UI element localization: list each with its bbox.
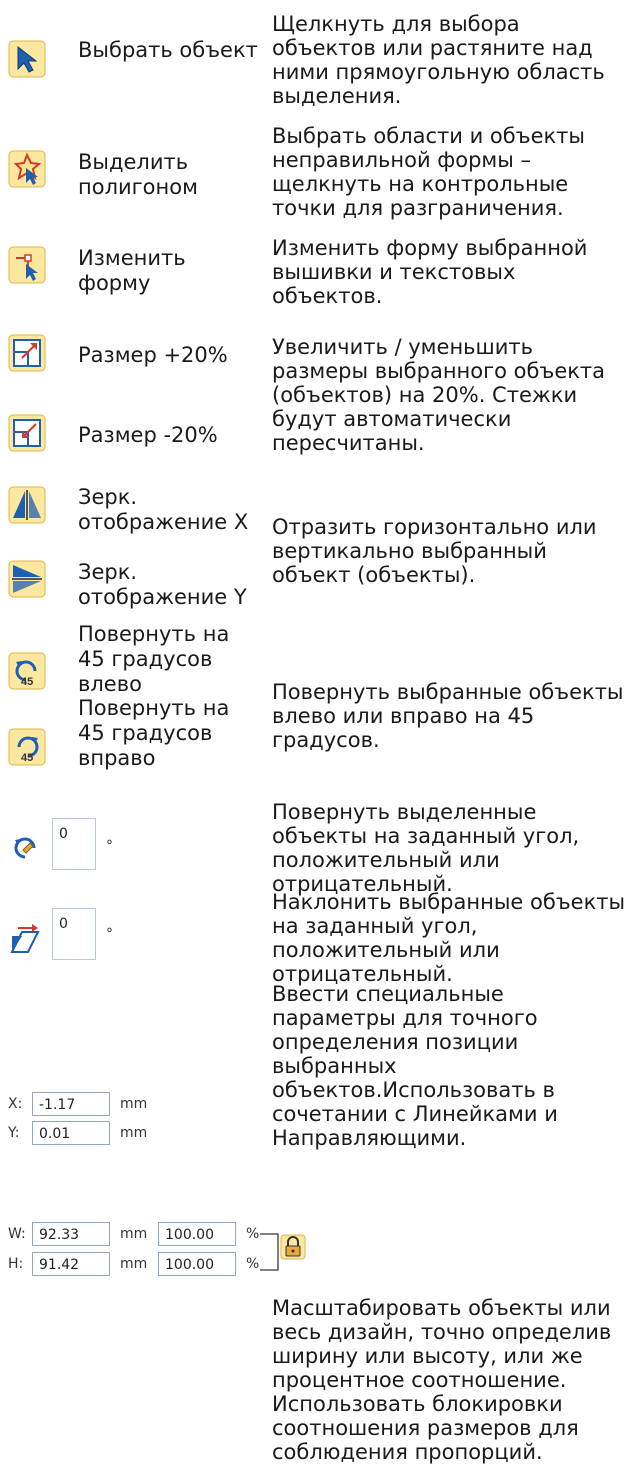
select-arrow-icon[interactable]: [8, 40, 46, 78]
height-percent-input[interactable]: 100.00: [158, 1252, 236, 1276]
rotate-angle-desc: Повернуть выделенные объекты на заданный…: [272, 800, 580, 896]
polygon-select-desc: Выбрать области и объекты неправильной ф…: [272, 124, 585, 220]
y-position-input[interactable]: 0.01: [32, 1121, 110, 1145]
height-input[interactable]: 91.42: [32, 1252, 110, 1276]
polygon-select-icon[interactable]: [8, 150, 46, 188]
rotate-right-45-label: Повернуть на 45 градусов вправо: [78, 696, 230, 770]
mirror-desc: Отразить горизонтально или вертикально в…: [272, 515, 597, 587]
y-label: Y:: [8, 1125, 20, 1141]
skew-angle-icon: [8, 920, 44, 956]
svg-text:45: 45: [21, 676, 33, 688]
skew-angle-input[interactable]: 0: [52, 908, 96, 960]
x-position-input[interactable]: -1.17: [32, 1092, 110, 1116]
reshape-label: Изменить форму: [78, 246, 186, 295]
scale-up-label: Размер +20%: [78, 343, 228, 367]
degree-unit: °: [106, 838, 113, 854]
scale-down-icon[interactable]: [8, 414, 46, 452]
mirror-x-icon[interactable]: [8, 486, 46, 524]
mirror-y-label: Зерк. отображение Y: [78, 560, 247, 609]
w-unit: mm: [120, 1226, 148, 1242]
rotate-right-45-icon[interactable]: 45: [8, 728, 46, 766]
y-unit: mm: [120, 1125, 148, 1141]
select-object-label: Выбрать объект: [78, 38, 258, 62]
rotate-45-desc: Повернуть выбранные объекты влево или вп…: [272, 680, 624, 752]
size-desc: Масштабировать объекты или весь дизайн, …: [272, 1296, 612, 1464]
scale-up-icon[interactable]: [8, 334, 46, 372]
svg-text:45: 45: [21, 752, 33, 764]
h-label: H:: [8, 1256, 24, 1272]
mirror-y-icon[interactable]: [8, 560, 46, 598]
position-desc: Ввести специальные параметры для точного…: [272, 982, 558, 1150]
x-unit: mm: [120, 1096, 148, 1112]
width-input[interactable]: 92.33: [32, 1222, 110, 1246]
x-label: X:: [8, 1096, 23, 1112]
w-label: W:: [8, 1226, 26, 1242]
reshape-icon[interactable]: [8, 246, 46, 284]
rotate-angle-icon: [8, 830, 44, 866]
lock-icon[interactable]: [280, 1234, 306, 1260]
reshape-desc: Изменить форму выбранной вышивки и текст…: [272, 236, 588, 308]
select-object-desc: Щелкнуть для выбора объектов или растяни…: [272, 12, 605, 108]
rotate-left-45-icon[interactable]: 45: [8, 652, 46, 690]
rotate-angle-input[interactable]: 0: [52, 818, 96, 870]
skew-angle-desc: Наклонить выбранные объекты на заданный …: [272, 890, 626, 986]
polygon-select-label: Выделить полигоном: [78, 150, 198, 199]
scale-desc: Увеличить / уменьшить размеры выбранного…: [272, 335, 606, 455]
mirror-x-label: Зерк. отображение X: [78, 485, 249, 534]
skew-degree-unit: °: [106, 926, 113, 942]
width-percent-input[interactable]: 100.00: [158, 1222, 236, 1246]
scale-down-label: Размер -20%: [78, 423, 218, 447]
rotate-left-45-label: Повернуть на 45 градусов влево: [78, 622, 230, 696]
h-unit: mm: [120, 1256, 148, 1272]
